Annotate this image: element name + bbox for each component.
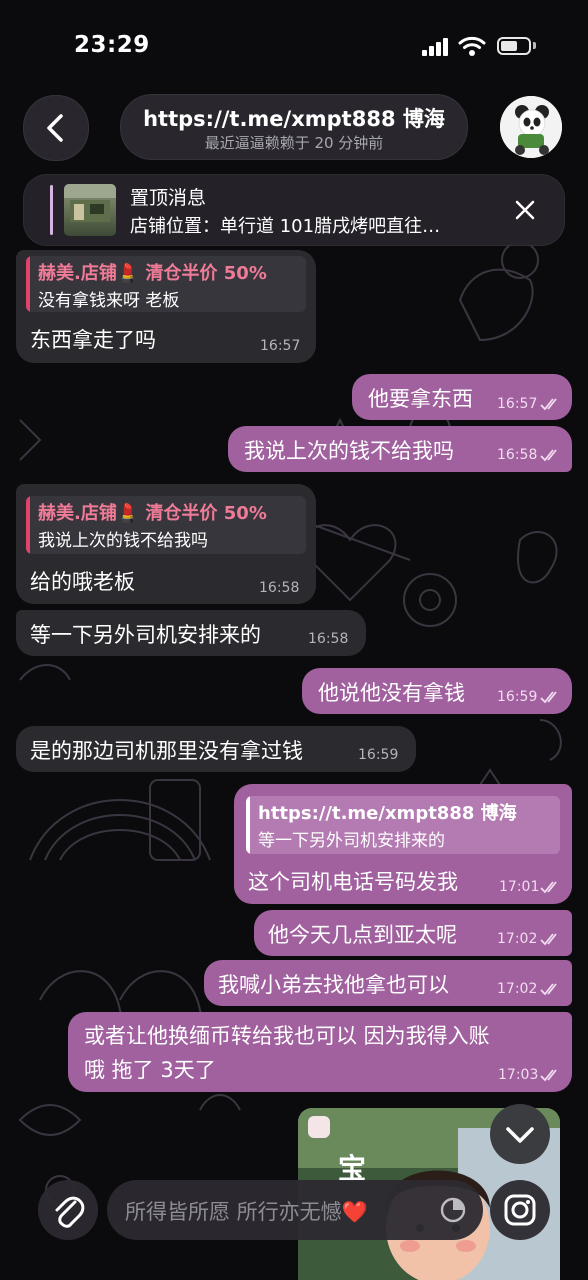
message-time: 16:58: [497, 447, 538, 463]
message-text: 这个司机电话号码发我: [248, 870, 458, 894]
read-check-icon: [540, 1069, 557, 1082]
close-icon[interactable]: [512, 197, 538, 223]
read-check-icon: [540, 881, 557, 894]
message-outgoing[interactable]: 或者让他换缅币转给我也可以 因为我得入账 哦 拖了 3天了 17:03: [68, 1012, 572, 1092]
message-input-placeholder: 所得皆所愿 所行亦无憾❤️: [125, 1200, 368, 1224]
message-text: 他要拿东西: [368, 387, 473, 411]
message-outgoing[interactable]: 他今天几点到亚太呢 17:02: [254, 910, 572, 956]
message-text: 东西拿走了吗: [30, 328, 156, 352]
message-time: 16:57: [260, 338, 301, 354]
sticker-icon[interactable]: [439, 1196, 467, 1224]
chat-title[interactable]: https://t.me/xmpt888 博海 最近逼逼赖赖于 20 分钟前: [120, 94, 468, 160]
message-incoming[interactable]: 等一下另外司机安排来的 16:58: [16, 610, 366, 656]
reply-sender: 赫美.店铺💄 清仓半价 50%: [38, 263, 267, 284]
camera-button[interactable]: [490, 1180, 550, 1240]
message-text: 或者让他换缅币转给我也可以 因为我得入账: [84, 1024, 490, 1048]
reply-text: 没有拿钱来呀 老板: [38, 291, 180, 311]
message-text: 我喊小弟去找他拿也可以: [218, 973, 449, 997]
message-text: 他今天几点到亚太呢: [268, 923, 457, 947]
message-outgoing[interactable]: 我喊小弟去找他拿也可以 17:02: [204, 960, 572, 1006]
message-time: 16:59: [358, 747, 399, 763]
reply-quote[interactable]: 赫美.店铺💄 清仓半价 50% 没有拿钱来呀 老板: [26, 256, 306, 312]
read-check-icon: [540, 398, 557, 411]
avatar[interactable]: [500, 96, 562, 158]
message-time: 17:02: [497, 931, 538, 947]
message-time: 16:58: [308, 631, 349, 647]
message-outgoing[interactable]: 他说他没有拿钱 16:59: [302, 668, 572, 714]
reply-sender: https://t.me/xmpt888 博海: [258, 803, 517, 824]
message-text: 我说上次的钱不给我吗: [244, 439, 454, 463]
read-check-icon: [540, 933, 557, 946]
last-seen-status: 最近逼逼赖赖于 20 分钟前: [204, 134, 384, 152]
pinned-text: 店铺位置：单行道 101腊戌烤吧直往…: [130, 216, 441, 237]
chevron-down-icon: [506, 1127, 534, 1143]
message-time: 16:57: [497, 396, 538, 412]
message-time: 16:59: [497, 689, 538, 705]
paperclip-icon: [55, 1196, 85, 1228]
message-text: 是的那边司机那里没有拿过钱: [30, 739, 303, 763]
instagram-camera-icon: [504, 1194, 536, 1226]
status-bar: 23:29: [0, 0, 588, 80]
back-button[interactable]: [23, 95, 89, 161]
message-input[interactable]: 所得皆所愿 所行亦无憾❤️: [107, 1180, 483, 1240]
reply-text: 我说上次的钱不给我吗: [38, 531, 208, 551]
reply-quote[interactable]: https://t.me/xmpt888 博海 等一下另外司机安排来的: [246, 796, 560, 854]
read-check-icon: [540, 449, 557, 462]
message-text: 他说他没有拿钱: [318, 681, 465, 705]
message-time: 17:03: [498, 1067, 539, 1083]
reply-sender: 赫美.店铺💄 清仓半价 50%: [38, 503, 267, 524]
read-check-icon: [540, 691, 557, 704]
read-check-icon: [540, 983, 557, 996]
message-time: 17:01: [499, 879, 540, 895]
status-time: 23:29: [74, 32, 150, 58]
message-incoming[interactable]: 赫美.店铺💄 清仓半价 50% 没有拿钱来呀 老板 东西拿走了吗 16:57: [16, 250, 316, 363]
message-outgoing[interactable]: https://t.me/xmpt888 博海 等一下另外司机安排来的 这个司机…: [234, 784, 572, 904]
message-time: 16:58: [259, 580, 300, 596]
message-text: 等一下另外司机安排来的: [30, 623, 261, 647]
message-text: 给的哦老板: [30, 570, 135, 594]
attach-button[interactable]: [38, 1180, 98, 1240]
reply-quote[interactable]: 赫美.店铺💄 清仓半价 50% 我说上次的钱不给我吗: [26, 496, 306, 554]
message-incoming[interactable]: 是的那边司机那里没有拿过钱 16:59: [16, 726, 416, 772]
pinned-message-banner[interactable]: 置顶消息 店铺位置：单行道 101腊戌烤吧直往…: [23, 174, 565, 246]
message-text-line2: 哦 拖了 3天了: [84, 1058, 216, 1082]
panda-avatar-icon: [500, 96, 562, 158]
battery-icon: [497, 37, 531, 55]
shop-photo-icon: [64, 184, 116, 222]
signal-icon: [422, 38, 448, 56]
scroll-to-bottom-button[interactable]: [490, 1104, 550, 1164]
message-time: 17:02: [497, 981, 538, 997]
message-outgoing[interactable]: 我说上次的钱不给我吗 16:58: [228, 426, 572, 472]
message-incoming[interactable]: 赫美.店铺💄 清仓半价 50% 我说上次的钱不给我吗 给的哦老板 16:58: [16, 484, 316, 604]
wifi-icon: [458, 36, 486, 56]
chat-name: https://t.me/xmpt888 博海: [143, 107, 445, 131]
chevron-left-icon: [47, 114, 63, 142]
pinned-title: 置顶消息: [130, 187, 207, 209]
pinned-indicator: [50, 185, 53, 235]
reply-text: 等一下另外司机安排来的: [258, 831, 445, 851]
message-outgoing[interactable]: 他要拿东西 16:57: [352, 374, 572, 420]
pinned-thumbnail: [64, 184, 116, 236]
